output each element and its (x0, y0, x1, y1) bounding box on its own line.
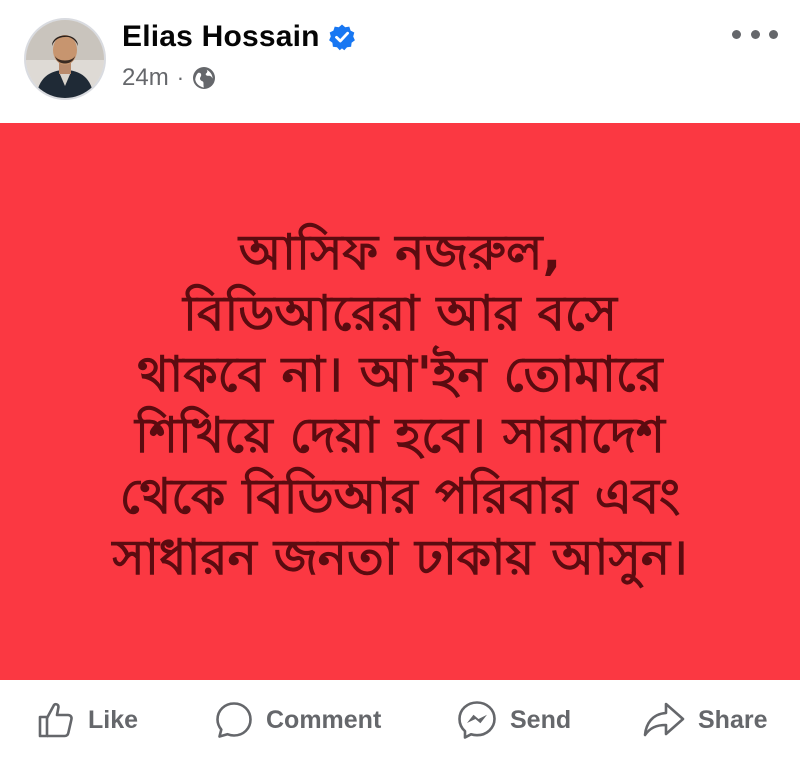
meta-separator: · (176, 65, 185, 90)
post-text: আসিফ নজরুল, বিডিআরেরা আর বসে থাকবে না। আ… (20, 222, 780, 588)
post-text-line: শিখিয়ে দেয়া হবে। সারাদেশ (134, 406, 666, 464)
avatar-image (26, 20, 104, 98)
post-text-line: বিডিআরেরা আর বসে (183, 284, 617, 342)
more-dot (750, 29, 760, 39)
thumbs-up-icon (38, 702, 73, 738)
post-text-line: থেকে বিডিআর পরিবার এবং (119, 467, 681, 525)
share-icon (643, 702, 685, 737)
post-text-line: সাধারন জনতা ঢাকায় আসুন। (112, 528, 688, 586)
author-name[interactable]: Elias Hossain (122, 20, 320, 54)
post-background: আসিফ নজরুল, বিডিআরেরা আর বসে থাকবে না। আ… (0, 123, 800, 680)
action-bar: Like Comment Send Share (0, 680, 800, 760)
like-label: Like (88, 705, 139, 734)
post-meta: 24m · (122, 64, 216, 92)
share-label: Share (698, 705, 768, 734)
comment-label: Comment (266, 705, 382, 734)
post-text-line: থাকবে না। আ'ইন তোমারে (137, 345, 663, 403)
like-button[interactable]: Like (36, 680, 138, 760)
more-dot (732, 29, 741, 39)
messenger-icon (458, 701, 496, 739)
comment-icon (216, 702, 252, 738)
post-time[interactable]: 24m (122, 64, 169, 92)
avatar[interactable] (24, 18, 106, 100)
more-options-icon[interactable] (732, 24, 778, 44)
send-button[interactable]: Send (456, 680, 571, 760)
more-dot (769, 29, 778, 39)
send-label: Send (510, 705, 572, 734)
post-text-line: আসিফ নজরুল, (238, 223, 562, 281)
comment-button[interactable]: Comment (214, 680, 381, 760)
share-button[interactable]: Share (642, 680, 767, 760)
author-row: Elias Hossain (122, 20, 356, 54)
post-header: Elias Hossain 24m · (0, 0, 800, 123)
globe-icon (192, 66, 216, 90)
verified-badge-icon (328, 23, 356, 51)
facebook-post: Elias Hossain 24m · আসিফ নজরুল, বিডিআরের… (0, 0, 800, 760)
